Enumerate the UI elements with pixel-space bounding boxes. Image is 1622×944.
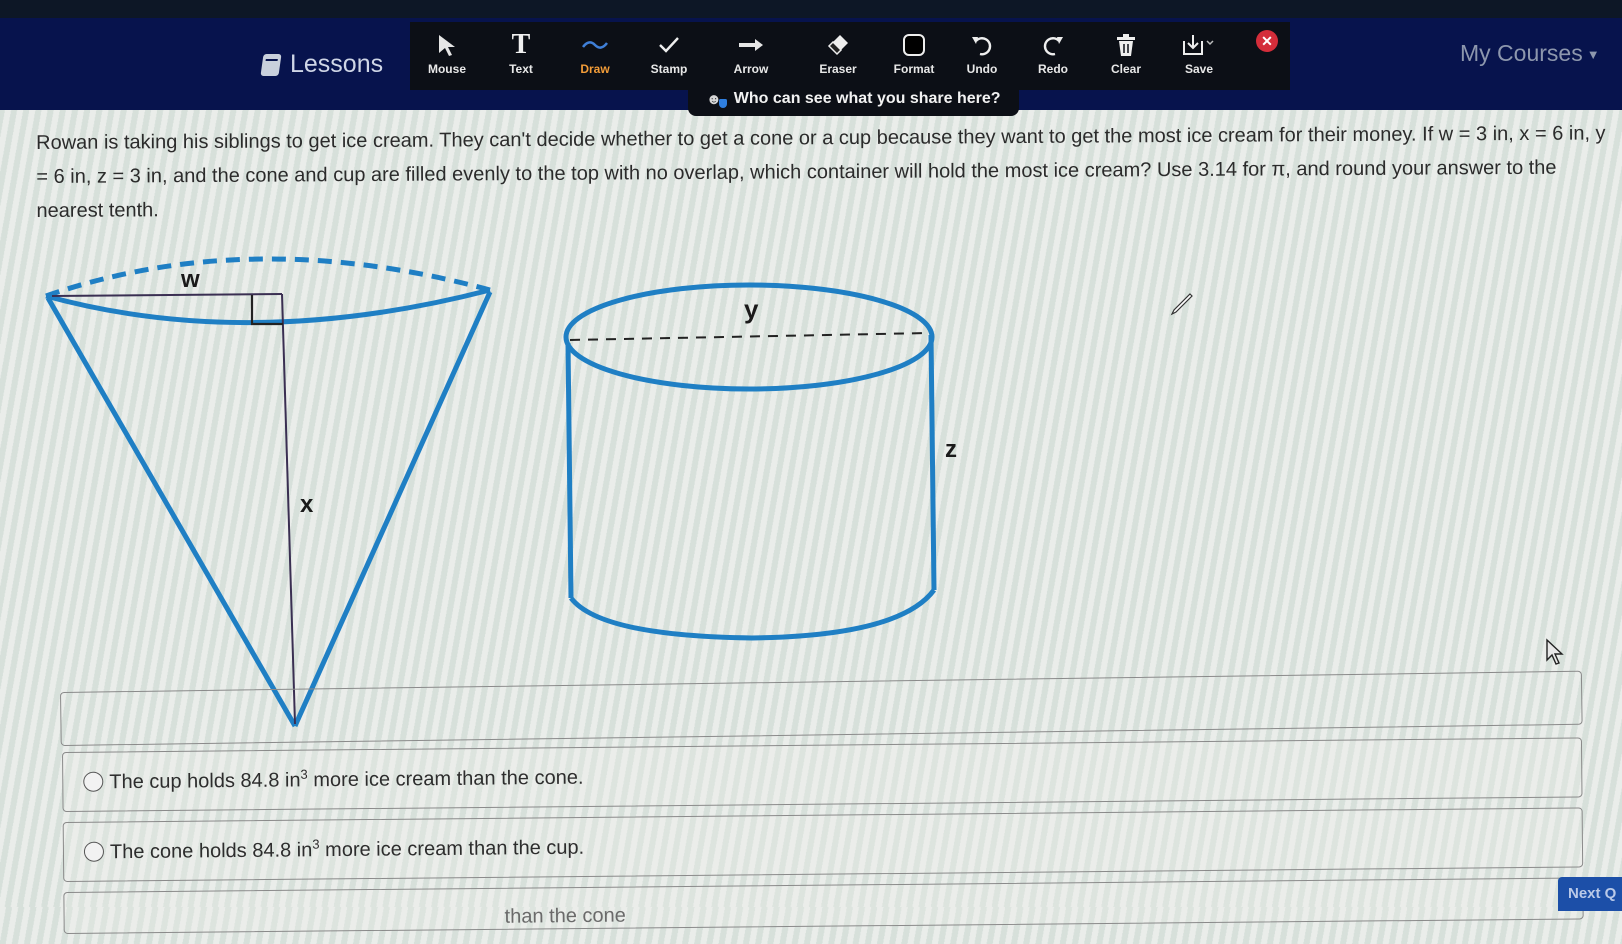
- answer-text: than the cone: [504, 904, 626, 928]
- cylinder-diameter-label: y: [744, 294, 759, 324]
- next-question-button[interactable]: Next Q: [1558, 877, 1622, 911]
- cylinder-left-side: [565, 342, 574, 599]
- answer-text: The cup holds 84.8 in3 more ice cream th…: [109, 766, 584, 794]
- answer-choices: The cup holds 84.8 in3 more ice cream th…: [62, 737, 1584, 944]
- answer-option-partial[interactable]: than the cone: [63, 877, 1584, 934]
- radio-button[interactable]: [83, 841, 105, 862]
- cylinder-bottom-arc: [569, 588, 937, 641]
- cylinder-height-label: z: [945, 436, 957, 463]
- cylinder-diameter-dashed: [569, 332, 930, 341]
- cone-radius-line: [51, 293, 283, 297]
- cone-rim-back-dashed: [45, 256, 491, 299]
- pen-cursor-icon: [1170, 293, 1193, 316]
- answer-text: The cone holds 84.8 in3 more ice cream t…: [109, 836, 585, 864]
- cone-left-side: [45, 296, 298, 728]
- answer-option-cone-more[interactable]: The cone holds 84.8 in3 more ice cream t…: [62, 807, 1584, 882]
- cone-right-side: [292, 290, 493, 728]
- cylinder-right-side: [928, 334, 937, 591]
- cylinder-figure: y z: [563, 282, 957, 641]
- radio-button[interactable]: [83, 771, 104, 792]
- cone-height-line: [281, 293, 296, 725]
- cone-figure: w x: [45, 256, 493, 728]
- cone-height-label: x: [300, 491, 314, 518]
- cone-radius-label: w: [180, 266, 200, 293]
- mouse-cursor-icon: [1546, 638, 1564, 665]
